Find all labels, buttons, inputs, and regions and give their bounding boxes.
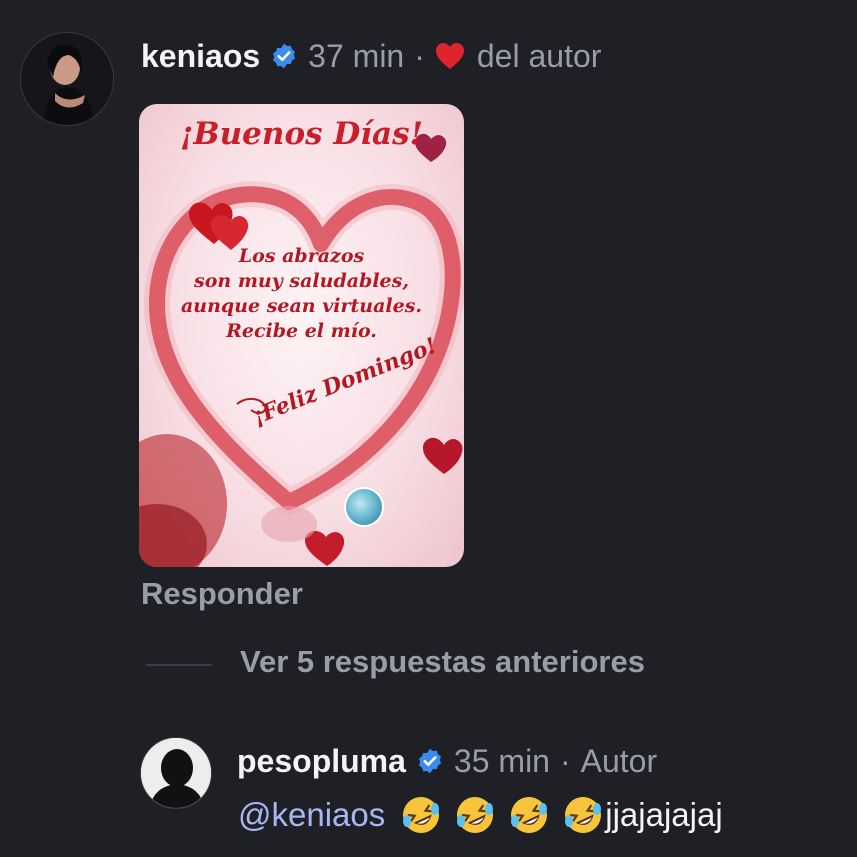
- mention-link[interactable]: @keniaos: [238, 796, 385, 834]
- avatar-pesopluma[interactable]: [140, 737, 212, 809]
- gif-message-line: Los abrazos: [238, 245, 365, 267]
- comment-thread: keniaos 37 min · del autor ¡Buenos Días!…: [0, 0, 857, 857]
- reply-header: pesopluma 35 min · Autor: [237, 738, 657, 784]
- gif-message-line: Recibe el mío.: [226, 320, 377, 342]
- separator-dot: ·: [414, 37, 425, 74]
- reply-text: jjajajajaj: [605, 796, 723, 833]
- gif-message-line: son muy saludables,: [194, 270, 409, 292]
- reply-body: @keniaos jjajajajaj: [238, 795, 723, 835]
- author-liked-label: del autor: [476, 37, 602, 74]
- reply-button[interactable]: Responder: [141, 576, 303, 612]
- avatar-keniaos-image: [21, 33, 113, 125]
- reply-timestamp: 35 min: [453, 742, 550, 779]
- verified-badge-icon: [273, 43, 296, 69]
- comment-header: keniaos 37 min · del autor: [141, 33, 601, 79]
- gif-message: Los abrazos son muy saludables, aunque s…: [159, 244, 444, 344]
- rolling-laughing-emoji-icon: [457, 797, 494, 833]
- gif-attachment[interactable]: ¡Buenos Días! Los abrazos son muy saluda…: [139, 104, 464, 567]
- gif-message-line: aunque sean virtuales.: [180, 295, 423, 317]
- comment-username[interactable]: keniaos: [141, 38, 260, 75]
- verified-badge-icon: [418, 748, 441, 774]
- comment-timestamp: 37 min: [308, 37, 405, 74]
- rolling-laughing-emoji-icon: [565, 797, 602, 833]
- author-badge: Autor: [580, 742, 658, 779]
- avatar-keniaos[interactable]: [20, 32, 114, 126]
- reply-username[interactable]: pesopluma: [237, 743, 406, 780]
- rolling-laughing-emoji-icon: [403, 797, 440, 833]
- heart-icon: [435, 43, 464, 69]
- rolling-laughing-emoji-icon: [511, 797, 548, 833]
- avatar-pesopluma-image: [141, 738, 211, 808]
- gif-watermark-logo: [344, 487, 384, 527]
- gif-title: ¡Buenos Días!: [179, 116, 424, 152]
- separator-dot: ·: [559, 742, 571, 779]
- replies-divider: [146, 664, 212, 666]
- view-previous-replies-button[interactable]: Ver 5 respuestas anteriores: [240, 644, 645, 680]
